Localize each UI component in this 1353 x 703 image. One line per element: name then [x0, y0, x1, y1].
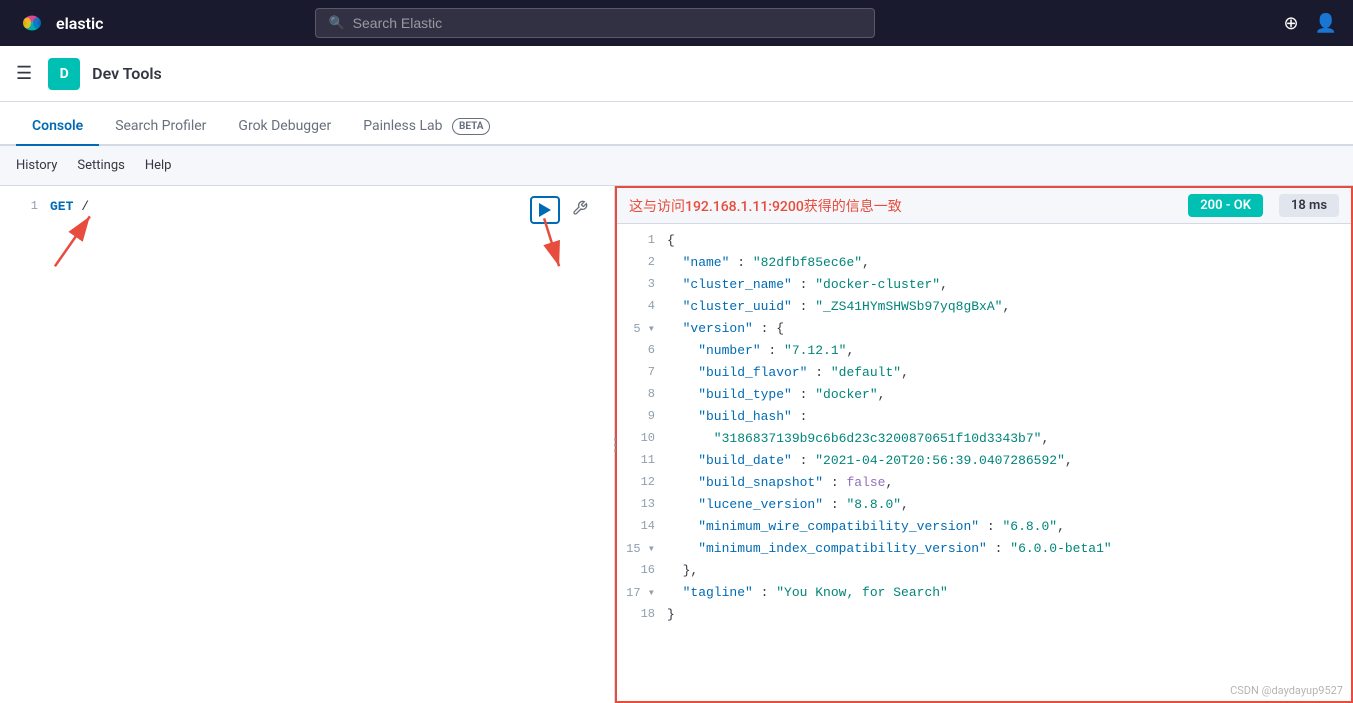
- help-icon[interactable]: ⊕: [1283, 13, 1298, 34]
- editor-panel[interactable]: 1 GET /: [0, 186, 615, 703]
- response-line-12: 12 "build_snapshot" : false,: [617, 474, 1351, 496]
- editor-line-1: 1 GET /: [0, 194, 614, 218]
- response-line-18: 18 }: [617, 606, 1351, 628]
- status-area: 200 - OK 18 ms: [1188, 194, 1339, 217]
- response-time-badge: 18 ms: [1279, 194, 1339, 217]
- elastic-wordmark: elastic: [56, 14, 103, 33]
- response-line-1: 1 {: [617, 232, 1351, 254]
- play-icon: [539, 203, 551, 217]
- response-header: 这与访问192.168.1.11:9200获得的信息一致 200 - OK 18…: [617, 188, 1351, 224]
- annotation-arrows: [0, 186, 614, 703]
- get-keyword: GET: [50, 199, 73, 214]
- wrench-button[interactable]: [568, 196, 592, 220]
- response-line-7: 7 "build_flavor" : "default",: [617, 364, 1351, 386]
- run-button[interactable]: [530, 196, 560, 224]
- help-button[interactable]: Help: [145, 158, 172, 173]
- status-ok-badge: 200 - OK: [1188, 194, 1263, 217]
- response-line-8: 8 "build_type" : "docker",: [617, 386, 1351, 408]
- global-search-bar[interactable]: 🔍: [315, 8, 875, 38]
- line-number-1: 1: [8, 199, 38, 213]
- elastic-logo-icon: [16, 7, 48, 39]
- response-line-15: 15 ▾ "minimum_index_compatibility_versio…: [617, 540, 1351, 562]
- wrench-icon: [572, 200, 588, 216]
- response-line-13: 13 "lucene_version" : "8.8.0",: [617, 496, 1351, 518]
- tabs-bar: Console Search Profiler Grok Debugger Pa…: [0, 102, 1353, 146]
- beta-badge: BETA: [452, 118, 491, 135]
- tab-painless-lab[interactable]: Painless Lab BETA: [347, 108, 506, 146]
- history-button[interactable]: History: [16, 158, 57, 173]
- response-line-5: 5 ▾ "version" : {: [617, 320, 1351, 342]
- response-line-11: 11 "build_date" : "2021-04-20T20:56:39.0…: [617, 452, 1351, 474]
- elastic-logo[interactable]: elastic: [16, 7, 103, 39]
- hamburger-menu-button[interactable]: ☰: [16, 63, 32, 84]
- response-line-9: 9 "build_hash" :: [617, 408, 1351, 430]
- top-navigation-bar: elastic 🔍 ⊕ 👤: [0, 0, 1353, 46]
- console-toolbar: History Settings Help: [0, 146, 1353, 186]
- tab-grok-debugger[interactable]: Grok Debugger: [222, 108, 347, 146]
- response-line-6: 6 "number" : "7.12.1",: [617, 342, 1351, 364]
- line-content-1[interactable]: GET /: [50, 199, 89, 214]
- response-line-3: 3 "cluster_name" : "docker-cluster",: [617, 276, 1351, 298]
- tab-console[interactable]: Console: [16, 108, 99, 146]
- response-line-16: 16 },: [617, 562, 1351, 584]
- response-line-10: 10 "3186837139b9c6b6d23c3200870651f10d33…: [617, 430, 1351, 452]
- response-line-2: 2 "name" : "82dfbf85ec6e",: [617, 254, 1351, 276]
- app-avatar: D: [48, 58, 80, 90]
- response-panel: 这与访问192.168.1.11:9200获得的信息一致 200 - OK 18…: [615, 186, 1353, 703]
- tab-search-profiler[interactable]: Search Profiler: [99, 108, 222, 146]
- user-avatar-icon[interactable]: 👤: [1315, 13, 1337, 34]
- secondary-header: ☰ D Dev Tools: [0, 46, 1353, 102]
- response-content: 1 { 2 "name" : "82dfbf85ec6e", 3 "cluste…: [617, 224, 1351, 703]
- get-path: /: [81, 199, 89, 214]
- response-line-14: 14 "minimum_wire_compatibility_version" …: [617, 518, 1351, 540]
- resize-dots-icon: ⋮: [607, 435, 621, 454]
- response-line-17: 17 ▾ "tagline" : "You Know, for Search": [617, 584, 1351, 606]
- watermark: CSDN @daydayup9527: [1230, 684, 1343, 697]
- editor-content[interactable]: 1 GET /: [0, 186, 614, 226]
- annotation-text: 这与访问192.168.1.11:9200获得的信息一致: [629, 196, 902, 216]
- settings-button[interactable]: Settings: [77, 158, 124, 173]
- main-content: 1 GET /: [0, 186, 1353, 703]
- search-icon: 🔍: [328, 16, 344, 31]
- resize-handle[interactable]: ⋮: [610, 186, 618, 703]
- response-line-4: 4 "cluster_uuid" : "_ZS41HYmSHWSb97yq8gB…: [617, 298, 1351, 320]
- global-search-input[interactable]: [353, 15, 863, 31]
- app-title: Dev Tools: [92, 64, 162, 83]
- top-bar-actions: ⊕ 👤: [1283, 13, 1337, 34]
